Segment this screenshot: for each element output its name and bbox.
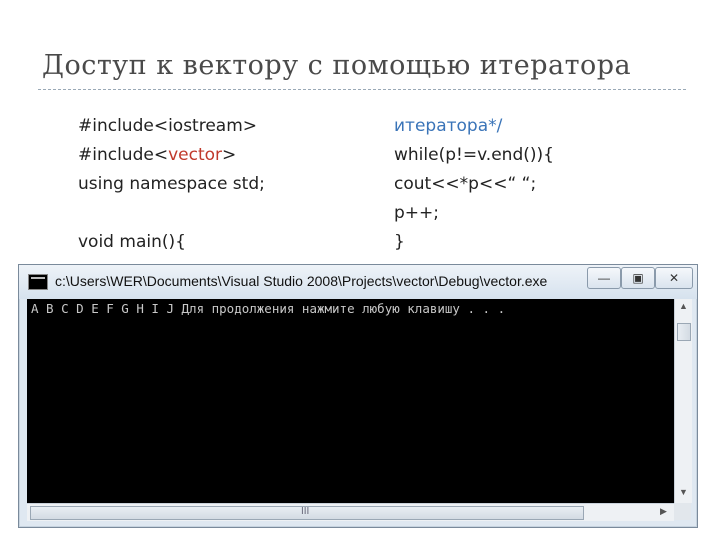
code-line: using namespace std; xyxy=(78,170,265,199)
console-output-text: A B C D E F G H I J Для продолжения нажм… xyxy=(31,301,506,316)
code-token: vector xyxy=(168,145,223,165)
code-line: while(p!=v.end()){ xyxy=(394,141,554,170)
code-token: #include< xyxy=(78,145,169,165)
vertical-scrollbar[interactable]: ▲ ▼ xyxy=(674,299,692,503)
code-token: итератора*/ xyxy=(394,116,503,136)
code-line: } xyxy=(394,228,554,257)
scroll-down-arrow-icon[interactable]: ▼ xyxy=(679,487,688,497)
code-line: #include<iostream> xyxy=(78,112,265,141)
code-token: while(p!=v.end()){ xyxy=(394,145,554,165)
scroll-right-arrow-icon[interactable]: ▶ xyxy=(660,506,667,517)
code-token: void main(){ xyxy=(78,232,186,252)
code-line: void main(){ xyxy=(78,228,265,257)
code-token: cout<<*p<<“ “; xyxy=(394,174,537,194)
scroll-up-arrow-icon[interactable]: ▲ xyxy=(679,301,688,311)
code-token: using namespace std; xyxy=(78,174,265,194)
code-token: p++; xyxy=(394,203,440,223)
horizontal-scrollbar[interactable]: III ▶ xyxy=(27,503,674,521)
console-app-icon[interactable] xyxy=(28,274,48,290)
title-divider xyxy=(38,89,686,90)
code-line: #include<vector> xyxy=(78,141,265,170)
close-button[interactable]: ✕ xyxy=(655,267,693,289)
vertical-scroll-thumb[interactable] xyxy=(677,323,691,341)
code-line: cout<<*p<<“ “; xyxy=(394,170,554,199)
code-line: итератора*/ xyxy=(394,112,554,141)
scrollbar-corner xyxy=(674,503,691,520)
minimize-button[interactable]: — xyxy=(587,267,621,289)
console-output-area[interactable]: A B C D E F G H I J Для продолжения нажм… xyxy=(27,299,674,503)
console-titlebar[interactable]: c:\Users\WER\Documents\Visual Studio 200… xyxy=(19,265,697,299)
code-token: } xyxy=(394,232,405,252)
code-column-left: #include<iostream> #include<vector> using … xyxy=(78,112,265,257)
console-window-title: c:\Users\WER\Documents\Visual Studio 200… xyxy=(55,273,548,289)
maximize-button[interactable]: ▣ xyxy=(621,267,655,289)
horizontal-scroll-thumb[interactable]: III xyxy=(30,506,584,520)
code-token: #include<iostream> xyxy=(78,116,258,136)
code-token: > xyxy=(222,145,237,165)
scroll-grip-icon: III xyxy=(301,506,310,517)
slide-title: Доступ к вектору с помощью итератора xyxy=(42,50,632,81)
console-window: c:\Users\WER\Documents\Visual Studio 200… xyxy=(18,264,698,528)
code-column-right: итератора*/ while(p!=v.end()){ cout<<*p<<“… xyxy=(394,112,554,257)
code-line: p++; xyxy=(394,199,554,228)
